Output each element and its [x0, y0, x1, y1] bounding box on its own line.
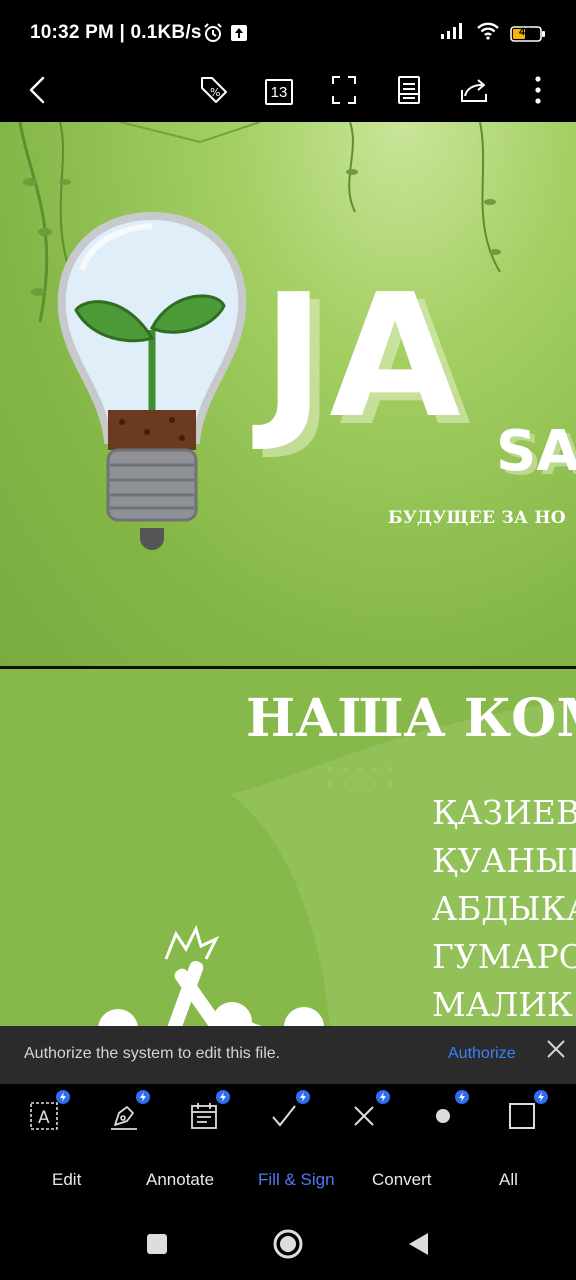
signature-icon	[109, 1101, 139, 1136]
text-box-tool[interactable]: A	[22, 1090, 70, 1140]
top-toolbar: % 13	[0, 64, 576, 122]
back-triangle-icon	[406, 1231, 430, 1262]
fullscreen-button[interactable]	[322, 70, 366, 114]
document-page-2[interactable]: НАША КОМ ҚАЗИЕВА ҚУАНЫШ АБДЫКА ГУМАРО МА…	[0, 669, 576, 1026]
back-icon	[26, 75, 50, 110]
upload-icon	[230, 24, 248, 47]
document-page-1[interactable]: JA SA БУДУЩЕЕ ЗА НО	[0, 122, 576, 666]
more-button[interactable]	[516, 70, 560, 114]
text-box-icon: A	[29, 1101, 59, 1136]
reading-mode-button[interactable]	[387, 70, 431, 114]
page-count-icon: 13	[265, 79, 293, 105]
date-icon	[189, 1101, 219, 1136]
status-time: 10:32 PM | 0.1KB/s	[30, 22, 202, 44]
cover-subtitle: SA	[496, 419, 576, 484]
tab-all[interactable]: All	[499, 1170, 518, 1190]
rectangle-icon	[507, 1101, 537, 1136]
tab-annotate[interactable]: Annotate	[146, 1170, 214, 1190]
lightning-badge-icon	[136, 1090, 150, 1104]
team-title: НАША КОМ	[246, 688, 576, 749]
document-view[interactable]: JA SA БУДУЩЕЕ ЗА НО НАША КОМ ҚАЗИЕВА ҚУА…	[0, 122, 576, 1026]
checkmark-tool[interactable]	[262, 1090, 310, 1140]
network-speed: 0.1KB/s	[130, 22, 202, 43]
rectangle-tool[interactable]	[500, 1090, 548, 1140]
status-bar: 10:32 PM | 0.1KB/s 41	[0, 0, 576, 64]
tab-convert[interactable]: Convert	[372, 1170, 432, 1190]
back-nav-button[interactable]	[400, 1228, 436, 1264]
list-item: ҚАЗИЕВА	[432, 793, 576, 832]
share-icon	[459, 76, 489, 109]
signal-icon	[440, 22, 466, 45]
recents-button[interactable]	[139, 1228, 175, 1264]
tab-edit[interactable]: Edit	[52, 1170, 81, 1190]
list-item: ГУМАРО	[432, 937, 576, 976]
date-tool[interactable]	[182, 1090, 230, 1140]
authorize-banner: Authorize the system to edit this file. …	[0, 1026, 576, 1084]
battery-level: 41	[519, 25, 532, 38]
separator: |	[119, 22, 125, 43]
back-button[interactable]	[16, 70, 60, 114]
svg-text:%: %	[210, 86, 220, 99]
lightning-badge-icon	[534, 1090, 548, 1104]
dot-icon	[428, 1101, 458, 1136]
cover-title: JA	[262, 258, 465, 456]
tag-icon: %	[198, 74, 230, 111]
close-icon[interactable]	[544, 1037, 568, 1061]
authorize-button[interactable]: Authorize	[448, 1045, 516, 1063]
battery-icon: 41	[510, 25, 546, 43]
lightning-badge-icon	[455, 1090, 469, 1104]
list-item: ҚУАНЫШ	[432, 841, 576, 880]
wifi-icon	[476, 22, 500, 45]
cross-tool[interactable]	[342, 1090, 390, 1140]
clock: 10:32 PM	[30, 22, 114, 43]
cover-tagline: БУДУЩЕЕ ЗА НО	[388, 508, 566, 528]
fullscreen-icon	[331, 75, 357, 110]
checkmark-icon	[269, 1101, 299, 1136]
member-list: ҚАЗИЕВА ҚУАНЫШ АБДЫКА ГУМАРО МАЛИК А	[432, 789, 576, 1026]
system-navigation-bar	[0, 1212, 576, 1280]
tag-button[interactable]: %	[192, 70, 236, 114]
tab-fill-sign[interactable]: Fill & Sign	[258, 1170, 335, 1190]
bottom-tabs: Edit Annotate Fill & Sign Convert All	[0, 1150, 576, 1212]
fill-sign-toolbar: A	[0, 1084, 576, 1150]
list-item: АБДЫКА	[432, 889, 576, 928]
cross-icon	[349, 1101, 379, 1136]
reading-mode-icon	[397, 75, 421, 110]
teamwork-illustration	[98, 924, 324, 1026]
recents-icon	[145, 1232, 169, 1261]
home-button[interactable]	[270, 1228, 306, 1264]
lightning-badge-icon	[376, 1090, 390, 1104]
page-count-button[interactable]: 13	[257, 70, 301, 114]
page-count: 13	[270, 84, 288, 101]
lightning-badge-icon	[296, 1090, 310, 1104]
home-icon	[272, 1228, 304, 1265]
status-icons-right: 41	[440, 22, 546, 45]
banner-message: Authorize the system to edit this file.	[24, 1045, 281, 1062]
signature-tool[interactable]	[102, 1090, 150, 1140]
list-item: МАЛИК А	[432, 985, 576, 1024]
lightning-badge-icon	[56, 1090, 70, 1104]
alarm-icon	[202, 22, 224, 49]
lightbulb-plant-illustration	[57, 211, 247, 550]
svg-text:A: A	[38, 1108, 50, 1128]
dot-tool[interactable]	[421, 1090, 469, 1140]
lightning-badge-icon	[216, 1090, 230, 1104]
more-icon	[534, 75, 542, 110]
share-button[interactable]	[452, 70, 496, 114]
